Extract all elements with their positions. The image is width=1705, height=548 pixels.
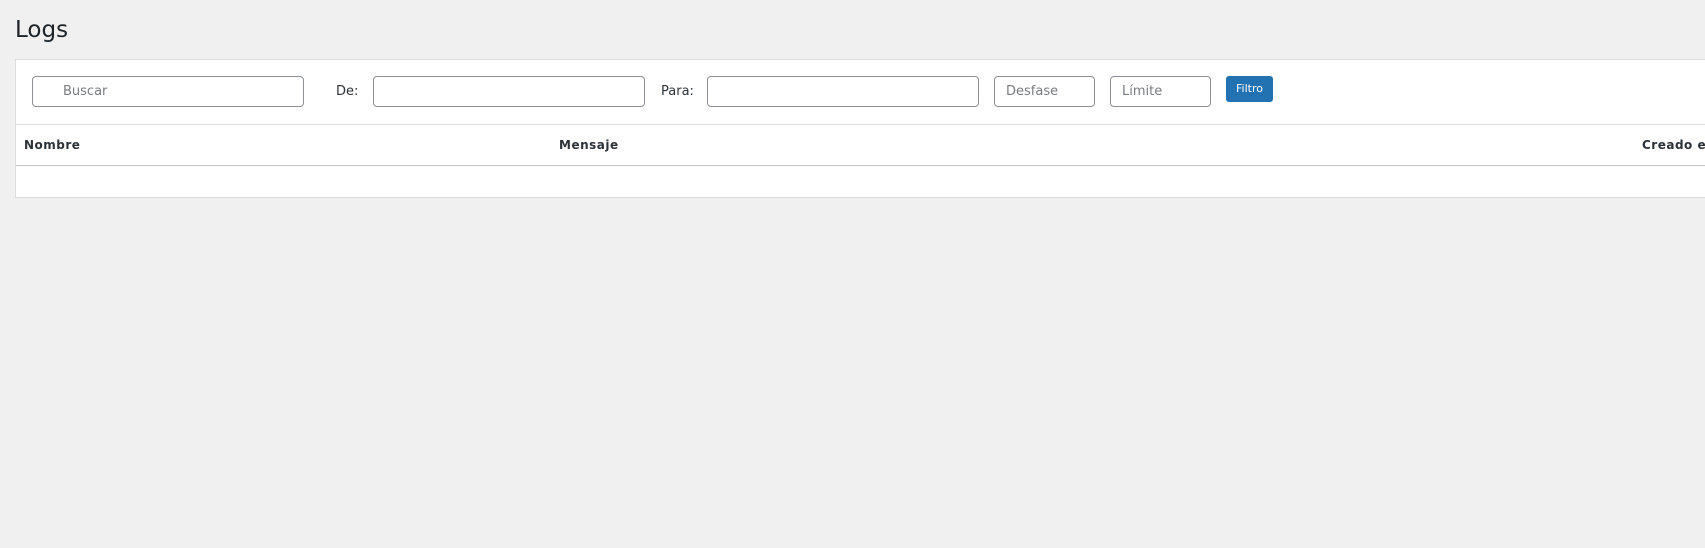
to-date-input[interactable] xyxy=(707,76,979,107)
column-header-name[interactable]: Nombre xyxy=(24,125,80,165)
to-label: Para: xyxy=(661,84,694,99)
column-header-message[interactable]: Mensaje xyxy=(559,125,619,165)
from-date-input[interactable] xyxy=(373,76,645,107)
search-box xyxy=(32,76,304,107)
search-input[interactable] xyxy=(32,76,304,107)
filter-bar: De: Para: Filtro xyxy=(16,60,1705,125)
limit-input[interactable] xyxy=(1110,76,1211,107)
column-header-created-at[interactable]: Creado el xyxy=(1642,125,1705,165)
from-label: De: xyxy=(336,84,359,99)
table-header: Nombre Mensaje Creado el xyxy=(16,125,1705,166)
logs-panel: De: Para: Filtro Nombre Mensaje Creado e… xyxy=(15,59,1705,198)
offset-input[interactable] xyxy=(994,76,1095,107)
table-body xyxy=(16,166,1705,198)
page-title: Logs xyxy=(15,17,69,43)
filter-button[interactable]: Filtro xyxy=(1226,76,1273,102)
